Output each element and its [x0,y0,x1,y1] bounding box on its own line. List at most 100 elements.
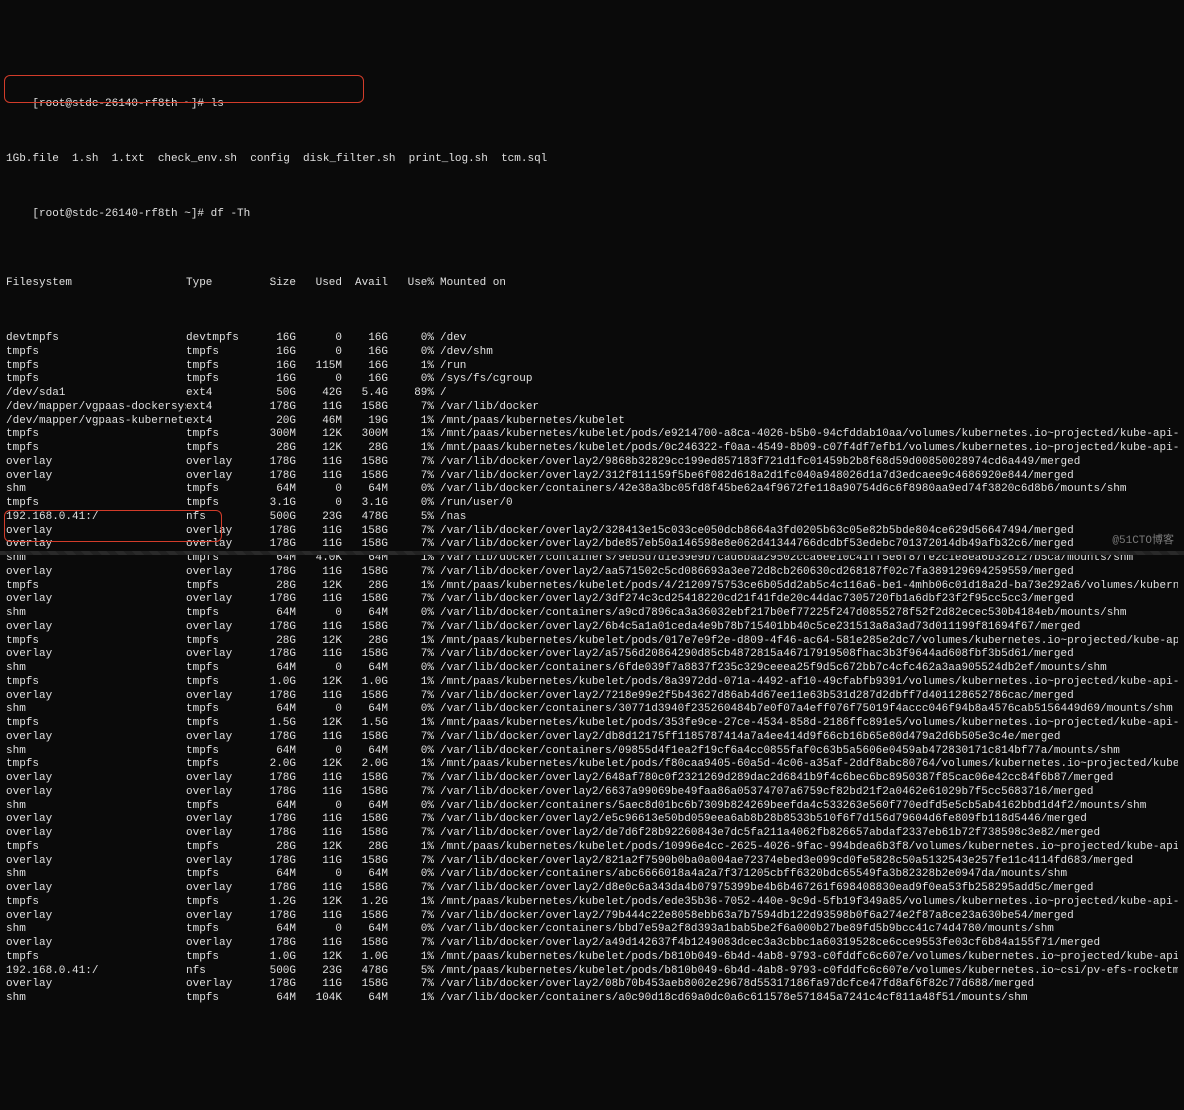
cell-type: tmpfs [186,635,250,649]
cell-size: 178G [250,937,296,951]
df-row: tmpfstmpfs28G12K28G1%/mnt/paas/kubernete… [6,580,1178,594]
cell-used: 11G [296,566,342,580]
cell-used: 11G [296,456,342,470]
df-row: shmtmpfs64M064M0%/var/lib/docker/contain… [6,607,1178,621]
cell-used: 12K [296,951,342,965]
cell-type: overlay [186,621,250,635]
df-row: overlayoverlay178G11G158G7%/var/lib/dock… [6,648,1178,662]
cell-mounted: /var/lib/docker/overlay2/d8e0c6a343da4b0… [434,882,1178,896]
cell-size: 1.2G [250,896,296,910]
df-row: shmtmpfs64M064M0%/var/lib/docker/contain… [6,800,1178,814]
cell-usepct: 0% [388,483,434,497]
cell-filesystem: overlay [6,621,186,635]
cell-mounted: /var/lib/docker/overlay2/08b70b453aeb800… [434,978,1178,992]
cell-mounted: /var/lib/docker/containers/09855d4f1ea2f… [434,745,1178,759]
cell-avail: 3.1G [342,497,388,511]
cell-used: 11G [296,827,342,841]
cell-avail: 158G [342,538,388,552]
df-row: tmpfstmpfs28G12K28G1%/mnt/paas/kubernete… [6,841,1178,855]
cell-mounted: /sys/fs/cgroup [434,373,1178,387]
cell-usepct: 1% [388,415,434,429]
hdr-filesystem: Filesystem [6,277,186,291]
cell-mounted: /var/lib/docker/overlay2/312f811159f5be6… [434,470,1178,484]
cell-size: 1.0G [250,676,296,690]
cell-size: 178G [250,538,296,552]
cell-filesystem: shm [6,992,186,1006]
ls-output: 1Gb.file 1.sh 1.txt check_env.sh config … [6,153,1178,167]
cell-size: 178G [250,401,296,415]
cell-filesystem: tmpfs [6,497,186,511]
cell-filesystem: overlay [6,566,186,580]
cell-avail: 28G [342,580,388,594]
df-row: shmtmpfs64M064M0%/var/lib/docker/contain… [6,703,1178,717]
cell-avail: 64M [342,868,388,882]
cell-mounted: /var/lib/docker/containers/bbd7e59a2f8d3… [434,923,1178,937]
cell-filesystem: overlay [6,690,186,704]
cell-used: 11G [296,937,342,951]
cell-usepct: 7% [388,538,434,552]
cell-usepct: 7% [388,937,434,951]
cell-mounted: /mnt/paas/kubernetes/kubelet [434,415,1178,429]
cell-size: 50G [250,387,296,401]
cell-size: 178G [250,525,296,539]
cell-filesystem: shm [6,483,186,497]
df-row: /dev/mapper/vgpaas-dockersysext4178G11G1… [6,401,1178,415]
terminal[interactable]: [root@stdc-26140-rf8th ~]# ls 1Gb.file 1… [6,57,1178,1020]
cell-mounted: /dev/shm [434,346,1178,360]
cell-filesystem: tmpfs [6,635,186,649]
watermark: @51CTO博客 [1112,535,1174,549]
cell-avail: 300M [342,428,388,442]
cell-size: 178G [250,731,296,745]
cell-avail: 64M [342,483,388,497]
cell-usepct: 7% [388,593,434,607]
cell-usepct: 7% [388,910,434,924]
cell-filesystem: devtmpfs [6,332,186,346]
cell-size: 28G [250,635,296,649]
cell-avail: 158G [342,470,388,484]
cell-type: tmpfs [186,992,250,1006]
cell-filesystem: overlay [6,786,186,800]
cell-size: 64M [250,868,296,882]
cell-mounted: /mnt/paas/kubernetes/kubelet/pods/4/2120… [434,580,1178,594]
cell-filesystem: tmpfs [6,717,186,731]
cell-type: tmpfs [186,800,250,814]
cell-size: 178G [250,648,296,662]
cell-filesystem: 192.168.0.41:/ [6,965,186,979]
cell-size: 300M [250,428,296,442]
cell-size: 500G [250,511,296,525]
cell-type: overlay [186,690,250,704]
df-row: tmpfstmpfs28G12K28G1%/mnt/paas/kubernete… [6,635,1178,649]
cell-mounted: /var/lib/docker/overlay2/3df274c3cd25418… [434,593,1178,607]
cell-usepct: 1% [388,841,434,855]
cell-filesystem: overlay [6,525,186,539]
cell-mounted: /var/lib/docker/overlay2/9868b32829cc199… [434,456,1178,470]
cell-avail: 64M [342,703,388,717]
cell-size: 28G [250,841,296,855]
cell-used: 12K [296,758,342,772]
cell-usepct: 7% [388,566,434,580]
cell-size: 28G [250,580,296,594]
cell-mounted: /var/lib/docker/overlay2/de7d6f28b922608… [434,827,1178,841]
cell-used: 23G [296,511,342,525]
cell-filesystem: tmpfs [6,346,186,360]
cell-used: 11G [296,690,342,704]
df-row: overlayoverlay178G11G158G7%/var/lib/dock… [6,470,1178,484]
cell-type: tmpfs [186,442,250,456]
cell-used: 11G [296,731,342,745]
df-row: shmtmpfs64M064M0%/var/lib/docker/contain… [6,662,1178,676]
prompt-line: [root@stdc-26140-rf8th ~]# ls [6,85,1178,126]
cell-usepct: 7% [388,470,434,484]
cell-mounted: /mnt/paas/kubernetes/kubelet/pods/e92147… [434,428,1178,442]
cell-avail: 64M [342,607,388,621]
cell-filesystem: overlay [6,772,186,786]
cell-usepct: 0% [388,332,434,346]
cell-type: tmpfs [186,428,250,442]
cell-filesystem: shm [6,607,186,621]
cell-mounted: /mnt/paas/kubernetes/kubelet/pods/353fe9… [434,717,1178,731]
cell-filesystem: shm [6,800,186,814]
df-row: /dev/sda1ext450G42G5.4G89%/ [6,387,1178,401]
df-row: overlayoverlay178G11G158G7%/var/lib/dock… [6,621,1178,635]
cell-used: 11G [296,538,342,552]
cell-mounted: / [434,387,1178,401]
cell-type: tmpfs [186,346,250,360]
